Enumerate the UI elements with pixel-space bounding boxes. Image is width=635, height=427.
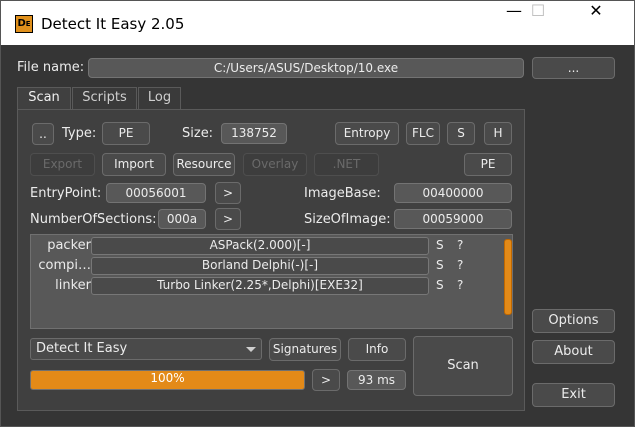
overlay-button[interactable]: Overlay: [243, 153, 307, 176]
result-name[interactable]: ASPack(2.000)[-]: [91, 237, 429, 255]
pe-viewer-button[interactable]: PE: [464, 153, 512, 176]
imagebase-label: ImageBase:: [304, 186, 381, 201]
type-pe-button[interactable]: PE: [102, 122, 150, 145]
main-window: DE Detect It Easy 2.05 — ☐ ✕ File name: …: [0, 0, 635, 427]
imagebase-value: 00400000: [394, 183, 512, 203]
sizeofimage-value: 00059000: [394, 209, 512, 229]
signatures-button[interactable]: Signatures: [269, 338, 341, 361]
next-button[interactable]: >: [312, 369, 340, 391]
result-info-button[interactable]: ?: [457, 258, 463, 272]
title-bar: DE Detect It Easy 2.05 — ☐ ✕: [1, 1, 634, 45]
scan-time: 93 ms: [347, 370, 406, 390]
maximize-button[interactable]: ☐: [515, 1, 561, 45]
window-title: Detect It Easy 2.05: [41, 15, 185, 33]
size-label: Size:: [182, 126, 214, 141]
type-label: Type:: [62, 126, 97, 141]
result-signature-button[interactable]: S: [436, 238, 444, 252]
close-button[interactable]: ✕: [573, 1, 619, 45]
scan-button[interactable]: Scan: [413, 336, 513, 396]
die-app-icon: DE: [15, 15, 33, 33]
up-dir-button[interactable]: ..: [32, 123, 54, 145]
result-name[interactable]: Borland Delphi(-)[-]: [91, 257, 429, 275]
entropy-button[interactable]: Entropy: [335, 122, 399, 145]
size-value: 138752: [221, 123, 287, 144]
result-type: compi…: [38, 258, 91, 273]
result-info-button[interactable]: ?: [457, 278, 463, 292]
tab-log[interactable]: Log: [138, 87, 181, 109]
flc-button[interactable]: FLC: [406, 122, 440, 145]
file-path-field[interactable]: C:/Users/ASUS/Desktop/10.exe: [88, 58, 524, 78]
import-button[interactable]: Import: [102, 153, 166, 176]
sections-go-button[interactable]: >: [215, 208, 241, 230]
net-button[interactable]: .NET: [314, 153, 379, 176]
result-name[interactable]: Turbo Linker(2.25*,Delphi)[EXE32]: [91, 277, 429, 295]
entrypoint-value: 00056001: [106, 183, 206, 203]
result-info-button[interactable]: ?: [457, 238, 463, 252]
about-button[interactable]: About: [532, 340, 615, 364]
results-scrollbar-thumb[interactable]: [504, 239, 512, 315]
chevron-down-icon: [246, 347, 256, 352]
result-type: packer: [47, 238, 91, 253]
result-signature-button[interactable]: S: [436, 278, 444, 292]
exit-button[interactable]: Exit: [532, 383, 615, 407]
sections-label: NumberOfSections:: [30, 212, 157, 227]
tab-scripts[interactable]: Scripts: [72, 87, 137, 109]
scan-results-list: packer ASPack(2.000)[-] S ? compi… Borla…: [30, 234, 513, 329]
scan-progress-text: 100%: [150, 371, 185, 385]
engine-select-value: Detect It Easy: [36, 341, 128, 356]
engine-select[interactable]: Detect It Easy: [30, 338, 262, 360]
sections-value: 000a: [158, 209, 206, 229]
strings-button[interactable]: S: [447, 122, 475, 145]
result-signature-button[interactable]: S: [436, 258, 444, 272]
file-name-label: File name:: [17, 60, 85, 75]
scan-progress-bar: 100%: [30, 370, 305, 390]
browse-button[interactable]: ...: [532, 57, 615, 79]
entrypoint-go-button[interactable]: >: [215, 182, 241, 204]
entrypoint-label: EntryPoint:: [30, 186, 102, 201]
sizeofimage-label: SizeOfImage:: [304, 212, 391, 227]
export-button[interactable]: Export: [30, 153, 95, 176]
options-button[interactable]: Options: [532, 309, 615, 333]
hex-button[interactable]: H: [484, 122, 512, 145]
results-scrollbar[interactable]: [504, 237, 512, 326]
result-type: linker: [55, 278, 91, 293]
tab-scan[interactable]: Scan: [17, 87, 71, 110]
resource-button[interactable]: Resource: [173, 153, 235, 176]
info-button[interactable]: Info: [348, 338, 406, 361]
